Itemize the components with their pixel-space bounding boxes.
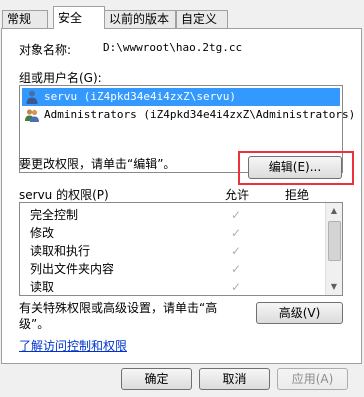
permission-label: 读取 [30, 280, 55, 294]
scroll-thumb[interactable] [328, 221, 341, 261]
list-item-label: servu (iZ4pkd34e4i4zxZ\servu) [44, 90, 237, 103]
user-icon [24, 89, 40, 105]
allow-check-icon: ✓ [231, 208, 242, 222]
deny-column-header: 拒绝 [285, 188, 310, 202]
tab-customize[interactable]: 自定义 [176, 10, 228, 28]
permission-row: 完全控制 ✓ [20, 206, 336, 224]
security-panel: 对象名称: D:\wwwroot\hao.2tg.cc 组或用户名(G): se… [1, 28, 362, 364]
list-item-administrators[interactable]: Administrators (iZ4pkd34e4i4zxZ\Administ… [22, 106, 355, 124]
access-control-help-link[interactable]: 了解访问控制和权限 [19, 337, 127, 354]
allow-check-icon: ✓ [231, 262, 242, 276]
allow-check-icon: ✓ [231, 226, 242, 240]
object-name-label: 对象名称: [19, 43, 72, 57]
permission-row: 读取和执行 ✓ [20, 242, 336, 260]
properties-dialog: 常规 安全 以前的版本 自定义 对象名称: D:\wwwroot\hao.2tg… [0, 0, 364, 397]
edit-hint: 要更改权限，请单击“编辑”。 [19, 157, 176, 171]
permissions-title: servu 的权限(P) [19, 188, 109, 202]
allow-check-icon: ✓ [231, 244, 242, 258]
permission-label: 列出文件夹内容 [30, 262, 115, 276]
tab-security[interactable]: 安全 [53, 6, 105, 29]
advanced-hint-line2: 级”。 [19, 317, 50, 331]
list-item-label: Administrators (iZ4pkd34e4i4zxZ\Administ… [44, 108, 356, 121]
advanced-button[interactable]: 高级(V) [256, 302, 343, 324]
ok-button[interactable]: 确定 [121, 368, 192, 390]
permission-row: 列出文件夹内容 ✓ [20, 260, 336, 278]
edit-button[interactable]: 编辑(E)... [248, 156, 342, 179]
list-item-servu[interactable]: servu (iZ4pkd34e4i4zxZ\servu) [22, 88, 340, 106]
permission-row: 读取 ✓ [20, 278, 336, 296]
advanced-hint-line1: 有关特殊权限或高级设置，请单击“高 [19, 301, 218, 315]
permission-label: 读取和执行 [30, 244, 91, 258]
tab-general[interactable]: 常规 [2, 10, 48, 28]
permissions-scrollbar[interactable]: ▲ ▼ [325, 203, 342, 295]
permissions-list[interactable]: 完全控制 ✓ 修改 ✓ 读取和执行 ✓ 列出文件夹内容 ✓ 读取 ✓ ▲ ▼ [19, 202, 343, 296]
permission-label: 修改 [30, 226, 55, 240]
groups-label: 组或用户名(G): [19, 71, 102, 85]
permission-label: 完全控制 [30, 208, 79, 222]
scroll-up-arrow-icon[interactable]: ▲ [326, 203, 342, 219]
object-name-value: D:\wwwroot\hao.2tg.cc [103, 41, 243, 54]
tab-bar: 常规 安全 以前的版本 自定义 [0, 0, 364, 29]
permission-row: 修改 ✓ [20, 224, 336, 242]
scroll-down-arrow-icon[interactable]: ▼ [326, 279, 342, 295]
allow-column-header: 允许 [225, 188, 250, 202]
tab-previous-versions[interactable]: 以前的版本 [104, 10, 176, 28]
allow-check-icon: ✓ [231, 280, 242, 294]
cancel-button[interactable]: 取消 [199, 368, 270, 390]
users-group-icon [24, 107, 40, 123]
apply-button[interactable]: 应用(A) [277, 368, 348, 390]
